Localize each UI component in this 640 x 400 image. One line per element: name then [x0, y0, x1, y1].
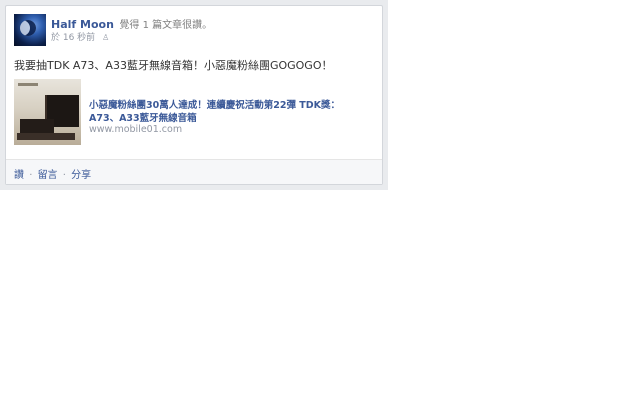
people-icon[interactable]: ♙: [102, 33, 109, 42]
comment-link[interactable]: 留言: [38, 170, 58, 181]
avatar[interactable]: [14, 14, 46, 46]
feed-story: Half Moon 覺得 1 篇文章很讚。 於 16 秒前 ♙ 我要抽TDK A…: [5, 5, 383, 185]
story-footer: 讚 · 留言 · 分享: [6, 159, 382, 184]
story-action: 覺得 1 篇文章很讚。: [119, 20, 213, 31]
thumbnail-logo-strip: [18, 83, 38, 86]
like-link[interactable]: 讚: [14, 170, 24, 181]
shared-link-card[interactable]: 小惡魔粉絲團30萬人達成！連續慶祝活動第22彈 TDK獎：A73、A33藍牙無線…: [14, 79, 374, 147]
story-meta: 於 16 秒前 ♙: [51, 30, 109, 43]
feed-frame: Half Moon 覺得 1 篇文章很讚。 於 16 秒前 ♙ 我要抽TDK A…: [0, 0, 388, 190]
story-actions: 讚 · 留言 · 分享: [14, 166, 91, 181]
story-header: Half Moon 覺得 1 篇文章很讚。: [51, 16, 212, 31]
speaker-box-small: [20, 119, 54, 133]
moon-icon: [20, 20, 36, 36]
link-domain: www.mobile01.com: [89, 124, 183, 135]
separator: ·: [62, 170, 66, 181]
speaker-base: [17, 133, 75, 140]
link-thumbnail[interactable]: [14, 79, 81, 145]
post-text: 我要抽TDK A73、A33藍牙無線音箱！小惡魔粉絲團GOGOGO！: [14, 59, 333, 72]
link-title[interactable]: 小惡魔粉絲團30萬人達成！連續慶祝活動第22彈 TDK獎：A73、A33藍牙無線…: [89, 99, 369, 125]
timestamp[interactable]: 於 16 秒前: [51, 33, 95, 43]
separator: ·: [29, 170, 33, 181]
share-link[interactable]: 分享: [71, 170, 91, 181]
